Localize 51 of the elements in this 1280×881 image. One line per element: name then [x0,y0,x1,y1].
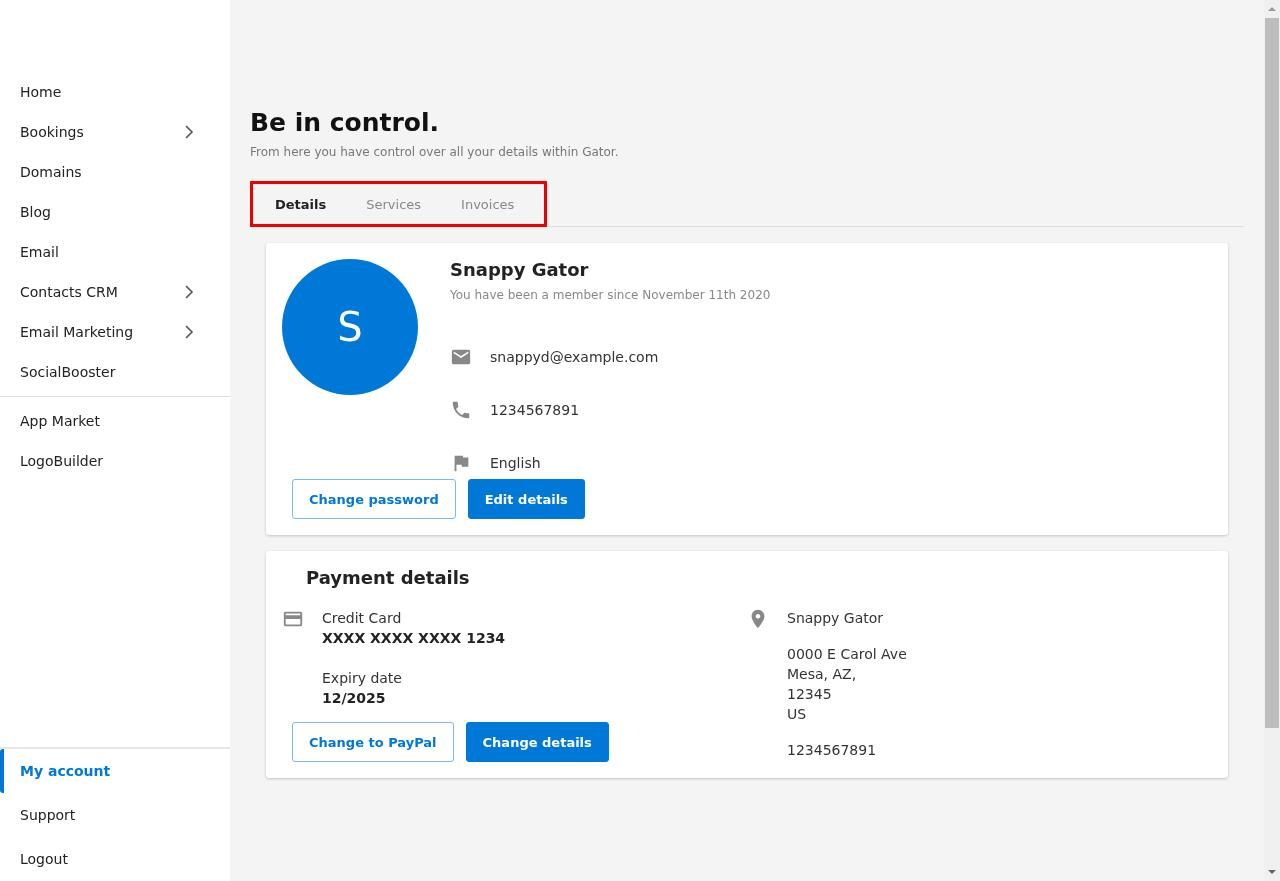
address-line: 12345 [787,685,833,704]
avatar: S [282,259,418,395]
scroll-up-icon[interactable] [1267,4,1277,14]
nav-item[interactable]: Home [0,72,230,112]
tab[interactable]: Details [259,184,343,224]
nav-item[interactable]: Logout [0,837,230,881]
nav-item[interactable]: SocialBooster [0,352,230,392]
nav-item[interactable]: Email Marketing [0,312,230,352]
nav-item[interactable]: My account [0,749,230,793]
nav-label: LogoBuilder [20,453,104,469]
scroll-thumb[interactable] [1265,18,1279,728]
nav-item[interactable]: Blog [0,192,230,232]
expiry-label: Expiry date [322,669,403,688]
billing-name: Snappy Gator [787,609,885,628]
address-line: 0000 E Carol Ave [787,645,907,664]
nav-label: Bookings [20,124,84,140]
nav-item[interactable]: Contacts CRM [0,272,230,312]
nav-label: Blog [20,204,51,220]
scrollbar[interactable] [1264,0,1280,881]
member-since: You have been a member since November 11th 2020 [450,288,771,302]
outline-button[interactable]: Change password [292,479,456,519]
contact-value: 1234567891 [490,401,580,418]
nav-label: SocialBooster [20,364,116,380]
nav-item[interactable]: LogoBuilder [0,441,230,481]
address-line: Mesa, AZ, [787,665,858,684]
nav-label: Contacts CRM [20,284,118,300]
scroll-down-icon[interactable] [1267,867,1277,877]
nav-item[interactable]: Support [0,793,230,837]
outline-button[interactable]: Change to PayPal [292,722,454,762]
nav-label: Home [20,84,62,100]
primary-button[interactable]: Edit details [467,479,585,519]
address-line: US [787,705,808,724]
nav-label: Email [20,244,59,260]
nav-label: App Market [20,413,100,429]
section-title: Payment details [306,567,471,588]
billing-phone: 1234567891 [787,741,878,760]
nav-label: Domains [20,164,82,180]
primary-button[interactable]: Change details [465,722,609,762]
nav-item[interactable]: Bookings [0,112,230,152]
page-title: Be in control. [250,108,441,137]
method-label: Credit Card [322,609,403,628]
page-subtitle: From here you have control over all your details within Gator. [250,145,620,159]
nav-item[interactable]: Email [0,232,230,272]
nav-item[interactable]: Domains [0,152,230,192]
contact-value: snappyd@example.com [490,348,659,365]
nav-label: Email Marketing [20,324,134,340]
nav-item[interactable]: App Market [0,401,230,441]
expiry-date: 12/2025 [322,689,387,708]
contact-value: English [490,454,541,471]
profile-name: Snappy Gator [450,259,590,280]
card-number: XXXX XXXX XXXX 1234 [322,629,506,648]
